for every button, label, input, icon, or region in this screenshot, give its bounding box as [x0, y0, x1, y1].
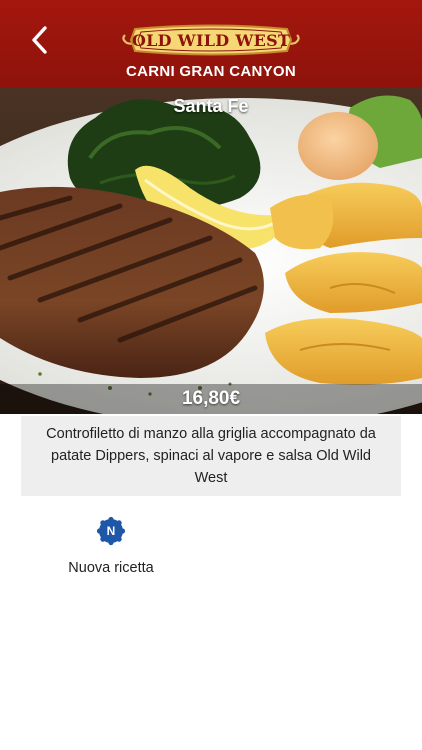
description-box: Controfiletto di manzo alla griglia acco… — [21, 416, 401, 496]
back-button[interactable] — [22, 22, 56, 58]
logo-text: OLD WILD WEST — [131, 30, 291, 50]
dish-photo — [0, 88, 422, 414]
badge-letter: N — [106, 524, 116, 538]
app-header: OLD WILD WEST CARNI GRAN CANYON — [0, 0, 422, 88]
badge-label: Nuova ricetta — [68, 560, 154, 576]
dish-description: Controfiletto di manzo alla griglia acco… — [46, 426, 376, 486]
dish-price: 16,80€ — [181, 388, 241, 409]
chevron-left-icon — [32, 26, 47, 54]
dish-name: Santa Fe — [173, 96, 249, 116]
category-title: CARNI GRAN CANYON — [125, 63, 297, 80]
brand-logo[interactable]: OLD WILD WEST — [121, 23, 301, 57]
